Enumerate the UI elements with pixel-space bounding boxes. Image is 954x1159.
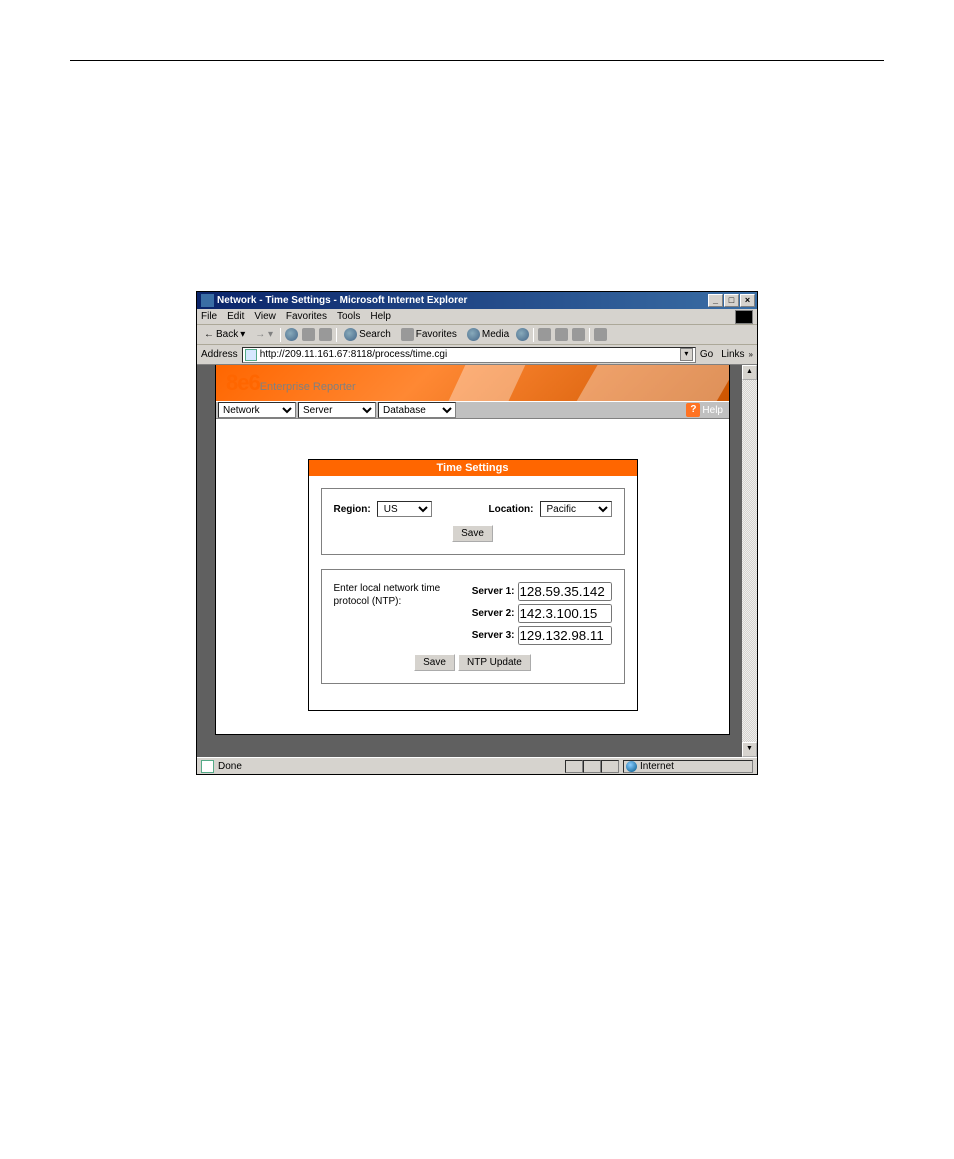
status-cell bbox=[601, 760, 619, 773]
window-title: Network - Time Settings - Microsoft Inte… bbox=[217, 295, 708, 306]
address-dropdown-icon[interactable]: ▾ bbox=[680, 348, 693, 361]
ntp-prompt: Enter local network time protocol (NTP): bbox=[334, 582, 442, 648]
scroll-track[interactable] bbox=[742, 380, 757, 742]
status-cell bbox=[583, 760, 601, 773]
region-select[interactable]: US bbox=[377, 501, 432, 517]
save-region-button[interactable]: Save bbox=[452, 525, 493, 542]
home-icon[interactable] bbox=[319, 328, 332, 341]
windows-flag-icon bbox=[735, 310, 753, 324]
app-banner: 8e6Enterprise Reporter bbox=[216, 365, 729, 401]
menu-edit[interactable]: Edit bbox=[227, 311, 244, 322]
location-select[interactable]: Pacific bbox=[540, 501, 612, 517]
application-stage: 8e6Enterprise Reporter Network Server Da… bbox=[215, 365, 730, 735]
status-bar: Done Internet bbox=[197, 757, 757, 774]
ie-icon bbox=[201, 294, 214, 307]
network-dropdown[interactable]: Network bbox=[218, 402, 296, 418]
app-logo: 8e6Enterprise Reporter bbox=[226, 370, 356, 396]
separator bbox=[533, 328, 534, 342]
zone-text: Internet bbox=[640, 761, 674, 772]
region-label: Region: bbox=[334, 504, 371, 515]
stop-icon[interactable] bbox=[285, 328, 298, 341]
panel-title: Time Settings bbox=[309, 460, 637, 476]
address-url: http://209.11.161.67:8118/process/time.c… bbox=[260, 349, 677, 360]
mail-icon[interactable] bbox=[538, 328, 551, 341]
separator bbox=[336, 328, 337, 342]
address-label: Address bbox=[201, 349, 238, 360]
vertical-scrollbar[interactable]: ▲ ▼ bbox=[742, 365, 757, 757]
logo-subtitle: Enterprise Reporter bbox=[260, 381, 356, 393]
address-bar: Address http://209.11.161.67:8118/proces… bbox=[197, 345, 757, 365]
separator bbox=[589, 328, 590, 342]
search-button[interactable]: Search bbox=[341, 327, 394, 342]
save-ntp-button[interactable]: Save bbox=[414, 654, 455, 671]
address-field[interactable]: http://209.11.161.67:8118/process/time.c… bbox=[242, 347, 696, 363]
minimize-button[interactable]: _ bbox=[708, 294, 723, 307]
go-button[interactable]: Go bbox=[700, 349, 713, 360]
scroll-up-icon[interactable]: ▲ bbox=[742, 365, 757, 380]
server-dropdown[interactable]: Server bbox=[298, 402, 376, 418]
security-zone: Internet bbox=[623, 760, 753, 773]
menu-file[interactable]: File bbox=[201, 311, 217, 322]
region-group: Region: US Location: Pacific Save bbox=[321, 488, 625, 555]
maximize-button[interactable]: □ bbox=[724, 294, 739, 307]
back-button[interactable]: ← Back ▾ bbox=[201, 328, 248, 341]
media-button[interactable]: Media bbox=[464, 327, 512, 342]
browser-toolbar: ← Back ▾ → ▾ Search Favorites Media bbox=[197, 325, 757, 345]
server3-input[interactable] bbox=[518, 626, 612, 645]
server2-input[interactable] bbox=[518, 604, 612, 623]
close-button[interactable]: × bbox=[740, 294, 755, 307]
server1-input[interactable] bbox=[518, 582, 612, 601]
help-icon[interactable]: ? bbox=[686, 403, 700, 417]
status-text: Done bbox=[218, 761, 242, 772]
history-icon[interactable] bbox=[516, 328, 529, 341]
status-cell bbox=[565, 760, 583, 773]
separator bbox=[280, 328, 281, 342]
page-done-icon bbox=[201, 760, 214, 773]
time-settings-panel: Time Settings Region: US Location: Pacif… bbox=[308, 459, 638, 711]
ntp-update-button[interactable]: NTP Update bbox=[458, 654, 531, 671]
print-icon[interactable] bbox=[555, 328, 568, 341]
help-link[interactable]: Help bbox=[702, 405, 727, 416]
server2-label: Server 2: bbox=[472, 608, 515, 619]
menu-favorites[interactable]: Favorites bbox=[286, 311, 327, 322]
page-icon bbox=[245, 349, 257, 361]
refresh-icon[interactable] bbox=[302, 328, 315, 341]
scroll-down-icon[interactable]: ▼ bbox=[742, 742, 757, 757]
database-dropdown[interactable]: Database bbox=[378, 402, 456, 418]
menu-view[interactable]: View bbox=[254, 311, 276, 322]
discuss-icon[interactable] bbox=[594, 328, 607, 341]
location-label: Location: bbox=[489, 504, 534, 515]
window-titlebar: Network - Time Settings - Microsoft Inte… bbox=[197, 292, 757, 309]
app-menubar: File Edit View Favorites Tools Help bbox=[197, 309, 757, 325]
browser-window: Network - Time Settings - Microsoft Inte… bbox=[196, 291, 758, 775]
favorites-button[interactable]: Favorites bbox=[398, 327, 460, 342]
logo-text: 8e6 bbox=[226, 370, 260, 395]
edit-icon[interactable] bbox=[572, 328, 585, 341]
menu-help[interactable]: Help bbox=[370, 311, 391, 322]
menu-tools[interactable]: Tools bbox=[337, 311, 360, 322]
globe-icon bbox=[626, 761, 637, 772]
links-label[interactable]: Links bbox=[721, 349, 744, 360]
app-menubar: Network Server Database ? Help bbox=[216, 401, 729, 419]
links-chevron-icon[interactable]: » bbox=[749, 350, 753, 359]
horizontal-rule bbox=[70, 60, 884, 61]
browser-viewport: 8e6Enterprise Reporter Network Server Da… bbox=[197, 365, 757, 757]
server3-label: Server 3: bbox=[472, 630, 515, 641]
forward-button[interactable]: → ▾ bbox=[252, 328, 276, 341]
server1-label: Server 1: bbox=[472, 586, 515, 597]
ntp-group: Enter local network time protocol (NTP):… bbox=[321, 569, 625, 684]
